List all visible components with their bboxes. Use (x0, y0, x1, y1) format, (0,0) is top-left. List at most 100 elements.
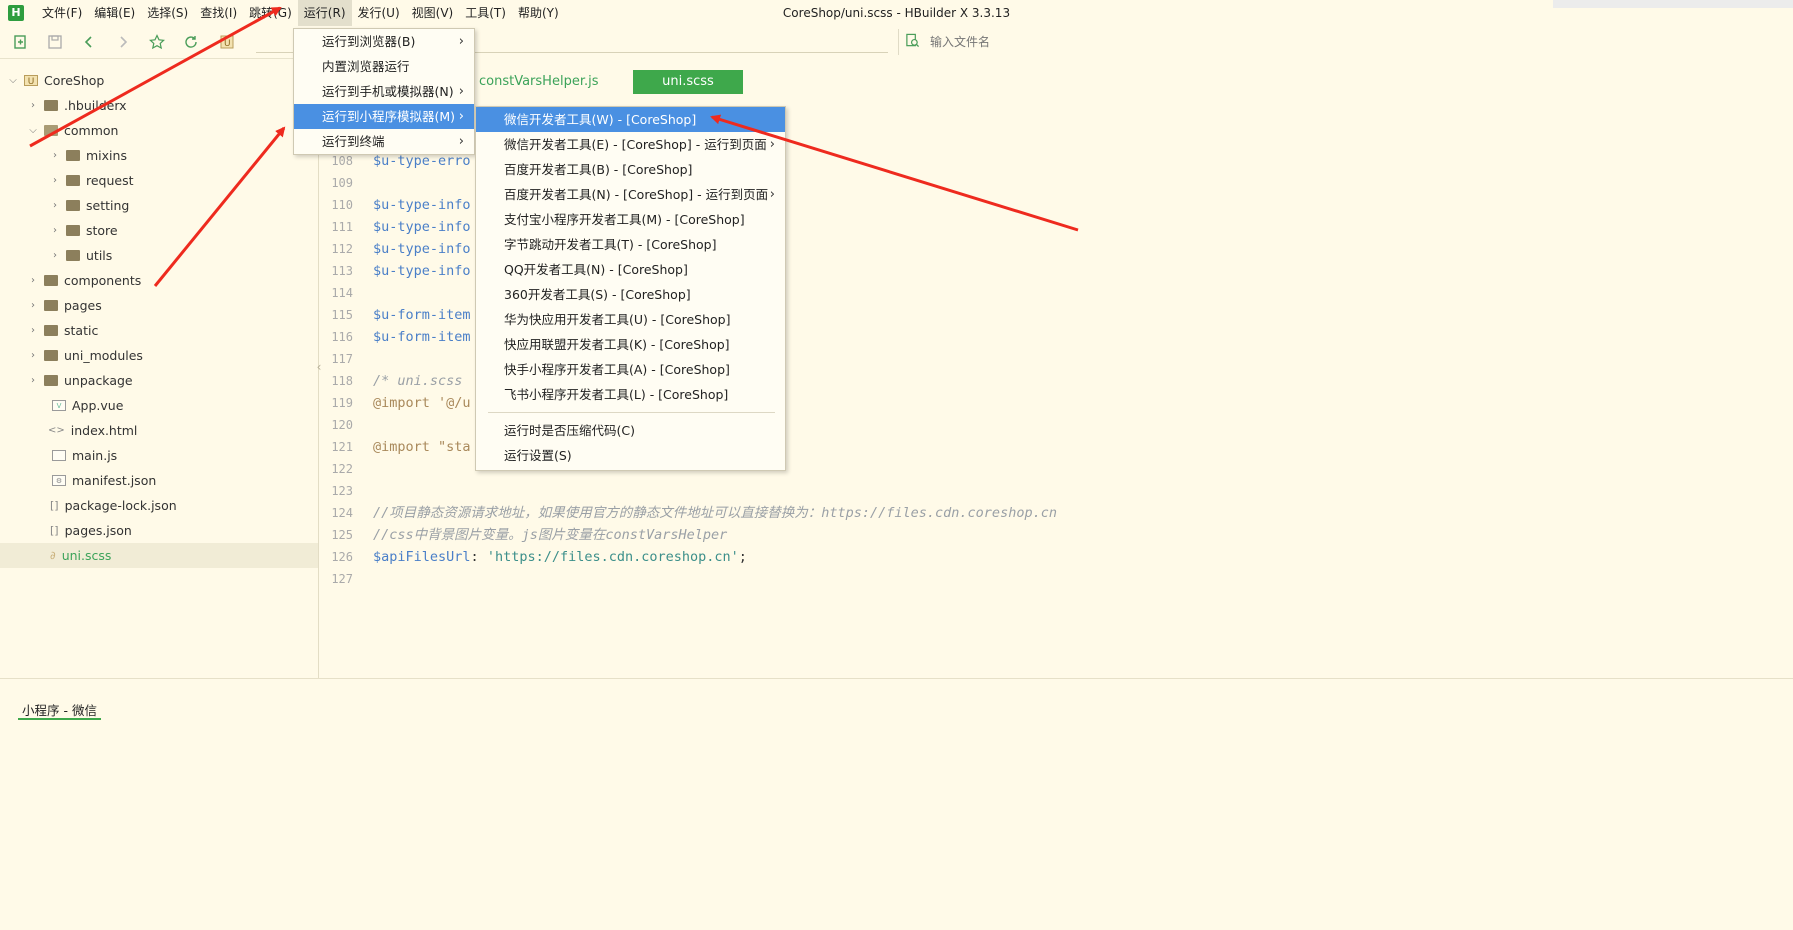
quickapp-alliance-devtools-item[interactable]: 快应用联盟开发者工具(K) - [CoreShop] (476, 332, 785, 357)
tree-item-label: unpackage (64, 373, 133, 388)
alipay-devtools-item[interactable]: 支付宝小程序开发者工具(M) - [CoreShop] (476, 207, 785, 232)
folder-icon (66, 250, 80, 261)
chevron-right-icon[interactable]: › (26, 350, 40, 361)
tree-item-label: common (64, 123, 119, 138)
menu-tools[interactable]: 工具(T) (459, 0, 512, 26)
refresh-icon[interactable] (178, 29, 204, 55)
tab-uni-scss[interactable]: uni.scss (633, 70, 743, 94)
code-line: 124//项目静态资源请求地址，如果使用官方的静态文件地址可以直接替换为：htt… (331, 505, 1057, 521)
code-line: 120 (331, 418, 353, 432)
js-file-icon (52, 450, 66, 461)
menu-file[interactable]: 文件(F) (36, 0, 88, 26)
chevron-right-icon[interactable]: › (48, 225, 62, 236)
menu-find[interactable]: 查找(I) (194, 0, 243, 26)
chevron-right-icon[interactable]: › (26, 300, 40, 311)
baidu-devtools-item[interactable]: 百度开发者工具(B) - [CoreShop] (476, 157, 785, 182)
tree-item-uni-modules[interactable]: › uni_modules (0, 343, 318, 368)
back-icon[interactable] (76, 29, 102, 55)
qq-devtools-item[interactable]: QQ开发者工具(N) - [CoreShop] (476, 257, 785, 282)
uni-app-icon[interactable]: U (214, 29, 240, 55)
file-search-input[interactable] (930, 35, 1330, 49)
tree-item-hbuilderx[interactable]: › .hbuilderx (0, 93, 318, 118)
favorite-star-icon[interactable] (144, 29, 170, 55)
tree-item-label: static (64, 323, 99, 338)
menu-help[interactable]: 帮助(Y) (512, 0, 565, 26)
chevron-right-icon[interactable]: › (48, 175, 62, 186)
html-file-icon: <> (48, 425, 65, 436)
chevron-down-icon[interactable]: ⌵ (26, 125, 40, 136)
tree-item-coreshop[interactable]: ⌵ U CoreShop (0, 68, 318, 93)
folder-icon (66, 200, 80, 211)
chevron-right-icon[interactable]: › (26, 100, 40, 111)
tree-item-manifest-json[interactable]: ⚙ manifest.json (0, 468, 318, 493)
tree-item-request[interactable]: › request (0, 168, 318, 193)
tree-item-package-lock-json[interactable]: [] package-lock.json (0, 493, 318, 518)
baidu-devtools-page-item[interactable]: 百度开发者工具(N) - [CoreShop] - 运行到页面 › (476, 182, 785, 207)
wechat-devtools-item[interactable]: 微信开发者工具(W) - [CoreShop] (476, 107, 785, 132)
kuaishou-devtools-item[interactable]: 快手小程序开发者工具(A) - [CoreShop] (476, 357, 785, 382)
window-controls[interactable] (1553, 0, 1793, 8)
huawei-quickapp-devtools-item[interactable]: 华为快应用开发者工具(U) - [CoreShop] (476, 307, 785, 332)
menu-edit[interactable]: 编辑(E) (88, 0, 141, 26)
file-search-box[interactable] (898, 29, 1793, 55)
menu-select[interactable]: 选择(S) (141, 0, 194, 26)
menu-run[interactable]: 运行(R) (297, 0, 352, 26)
chevron-right-icon[interactable]: › (48, 250, 62, 261)
feishu-devtools-item[interactable]: 飞书小程序开发者工具(L) - [CoreShop] (476, 382, 785, 407)
tree-item-label: setting (86, 198, 130, 213)
chevron-right-icon[interactable]: › (48, 150, 62, 161)
save-icon[interactable] (42, 29, 68, 55)
bytedance-devtools-item[interactable]: 字节跳动开发者工具(T) - [CoreShop] (476, 232, 785, 257)
built-in-browser-run-item[interactable]: 内置浏览器运行 (294, 54, 474, 79)
tree-item-app-vue[interactable]: V App.vue (0, 393, 318, 418)
tree-item-unpackage[interactable]: › unpackage (0, 368, 318, 393)
tree-item-common[interactable]: ⌵ common (0, 118, 318, 143)
chevron-right-icon[interactable]: › (48, 200, 62, 211)
tree-item-label: components (64, 273, 142, 288)
tree-item-uni-scss[interactable]: ∂ uni.scss (0, 543, 318, 568)
run-to-miniprogram-item[interactable]: 运行到小程序模拟器(M) › (294, 104, 474, 129)
folder-icon (44, 100, 58, 111)
json-file-icon: [] (50, 499, 59, 512)
tree-item-pages[interactable]: › pages (0, 293, 318, 318)
folder-icon (66, 150, 80, 161)
menu-goto[interactable]: 跳转(G) (243, 0, 298, 26)
chevron-right-icon: › (458, 134, 464, 149)
chevron-right-icon[interactable]: › (26, 375, 40, 386)
chevron-right-icon[interactable]: › (26, 325, 40, 336)
run-to-browser-item[interactable]: 运行到浏览器(B) › (294, 29, 474, 54)
tree-item-components[interactable]: › components (0, 268, 318, 293)
tree-item-static[interactable]: › static (0, 318, 318, 343)
project-explorer: ⌵ U CoreShop › .hbuilderx ⌵ common › mix… (0, 58, 318, 678)
tree-item-setting[interactable]: › setting (0, 193, 318, 218)
code-line: 114 (331, 286, 353, 300)
code-line: 125//css中背景图片变量。js图片变量在constVarsHelper (331, 527, 728, 543)
tree-item-main-js[interactable]: main.js (0, 443, 318, 468)
menu-view[interactable]: 视图(V) (406, 0, 460, 26)
tree-item-index-html[interactable]: <> index.html (0, 418, 318, 443)
360-devtools-item[interactable]: 360开发者工具(S) - [CoreShop] (476, 282, 785, 307)
tree-item-utils[interactable]: › utils (0, 243, 318, 268)
tree-item-label: uni.scss (61, 548, 112, 563)
code-line: 115 $u-form-item (331, 307, 471, 323)
menu-publish[interactable]: 发行(U) (352, 0, 406, 26)
tree-item-store[interactable]: › store (0, 218, 318, 243)
tree-item-pages-json[interactable]: [] pages.json (0, 518, 318, 543)
code-line: 127 (331, 572, 353, 586)
tab-constvarshelper[interactable]: constVarsHelper.js (469, 70, 608, 94)
run-settings-item[interactable]: 运行设置(S) (476, 443, 785, 468)
code-line: 113 $u-type-info (331, 263, 471, 279)
tree-item-mixins[interactable]: › mixins (0, 143, 318, 168)
console-tab-miniprogram-wechat[interactable]: 小程序 - 微信 (18, 700, 101, 720)
code-line: 110 $u-type-info (331, 197, 471, 213)
new-file-icon[interactable] (8, 29, 34, 55)
vue-file-icon: V (52, 400, 66, 411)
wechat-devtools-page-item[interactable]: 微信开发者工具(E) - [CoreShop] - 运行到页面 › (476, 132, 785, 157)
run-to-phone-item[interactable]: 运行到手机或模拟器(N) › (294, 79, 474, 104)
chevron-down-icon[interactable]: ⌵ (6, 75, 20, 86)
run-menu-dropdown: 运行到浏览器(B) › 内置浏览器运行 运行到手机或模拟器(N) › 运行到小程序模… (293, 28, 475, 155)
run-to-terminal-item[interactable]: 运行到终端 › (294, 129, 474, 154)
forward-icon[interactable] (110, 29, 136, 55)
compress-code-item[interactable]: 运行时是否压缩代码(C) (476, 418, 785, 443)
chevron-right-icon[interactable]: › (26, 275, 40, 286)
